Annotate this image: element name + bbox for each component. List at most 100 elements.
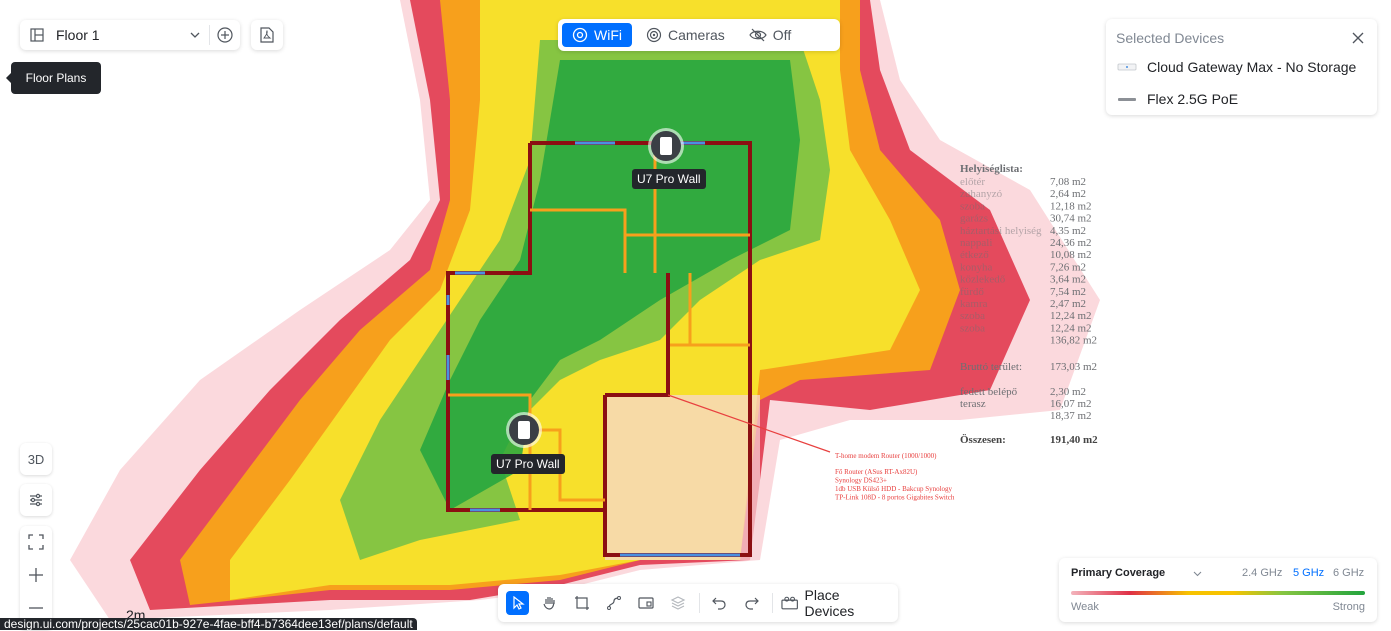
legend-row-name: szoba bbox=[960, 310, 985, 322]
gateway-icon bbox=[1117, 63, 1137, 71]
cursor-icon bbox=[512, 596, 525, 610]
legend-row-name: szoba bbox=[960, 200, 985, 212]
floor-plan-icon bbox=[30, 28, 44, 42]
export-pdf-button[interactable] bbox=[251, 20, 283, 50]
coverage-legend: Primary Coverage 2.4 GHz 5 GHz 6 GHz Wea… bbox=[1059, 558, 1377, 622]
crop-area-tool-button[interactable] bbox=[570, 591, 593, 615]
coverage-weak-label: Weak bbox=[1071, 601, 1099, 613]
redo-button[interactable] bbox=[740, 591, 763, 615]
legend-row-value: 7,54 m2 bbox=[1050, 286, 1086, 298]
legend-row-value: 10,08 m2 bbox=[1050, 249, 1092, 261]
legend-row-value: 2,64 m2 bbox=[1050, 188, 1086, 200]
floorplan-red-notes: T-home modem Router (1000/1000) Fő Router… bbox=[835, 452, 955, 502]
hand-icon bbox=[543, 597, 555, 610]
pdf-file-icon bbox=[260, 27, 274, 43]
redo-icon bbox=[745, 597, 759, 610]
legend-row-value: 2,47 m2 bbox=[1050, 298, 1086, 310]
legend-total-value: 191,40 m2 bbox=[1050, 434, 1098, 446]
legend-row-name: konyha bbox=[960, 261, 993, 273]
floorplan-note-line: T-home modem Router (1000/1000) bbox=[835, 452, 937, 460]
legend-row-name: garázs bbox=[960, 213, 988, 225]
selected-device-item[interactable]: Flex 2.5G PoE bbox=[1116, 91, 1238, 107]
legend-row-name: étkező bbox=[960, 249, 989, 261]
floor-name[interactable]: Floor 1 bbox=[56, 27, 189, 43]
wifi-target-icon bbox=[572, 27, 588, 43]
floor-selector: Floor 1 bbox=[20, 20, 240, 50]
bottom-toolbar: Place Devices bbox=[498, 584, 898, 622]
view-3d-button[interactable]: 3D bbox=[20, 443, 52, 475]
device-place-icon bbox=[638, 597, 654, 609]
undo-button[interactable] bbox=[708, 591, 731, 615]
selected-devices-title: Selected Devices bbox=[1116, 30, 1225, 46]
eye-off-icon bbox=[749, 28, 767, 42]
add-floor-button[interactable] bbox=[210, 20, 240, 50]
draw-wall-tool-button[interactable] bbox=[602, 591, 625, 615]
sliders-icon bbox=[30, 493, 42, 507]
legend-row-name: szoba bbox=[960, 322, 985, 334]
path-draw-icon bbox=[607, 596, 622, 610]
devices-tool-button[interactable] bbox=[635, 591, 658, 615]
legend-row-value: 7,26 m2 bbox=[1050, 261, 1086, 273]
legend-row-value: 4,35 m2 bbox=[1050, 225, 1086, 237]
legend-brutto-value: 173,03 m2 bbox=[1050, 361, 1097, 373]
device-name: Cloud Gateway Max - No Storage bbox=[1147, 59, 1357, 75]
legend-terasz-value: 16,07 m2 bbox=[1050, 398, 1092, 410]
chevron-down-icon[interactable] bbox=[189, 29, 201, 41]
legend-total-label: Összesen: bbox=[960, 433, 1006, 446]
legend-row-name: kamra bbox=[960, 298, 988, 310]
legend-row-value: 24,36 m2 bbox=[1050, 237, 1092, 249]
floor-plans-tooltip: Floor Plans bbox=[6, 62, 101, 94]
legend-row-value: 3,64 m2 bbox=[1050, 274, 1086, 286]
legend-row-value: 12,24 m2 bbox=[1050, 322, 1092, 334]
legend-row-value: 12,18 m2 bbox=[1050, 200, 1092, 212]
mode-off[interactable]: Off bbox=[739, 23, 801, 47]
legend-terasz-label: terasz bbox=[960, 398, 986, 410]
coverage-mode-switch: WiFi Cameras Off bbox=[558, 19, 840, 51]
mode-wifi-label: WiFi bbox=[594, 27, 622, 43]
selected-device-item[interactable]: Cloud Gateway Max - No Storage bbox=[1116, 59, 1356, 75]
zoom-in-button[interactable] bbox=[20, 559, 52, 591]
legend-row-name: előtér bbox=[960, 176, 985, 188]
add-circle-icon bbox=[217, 27, 233, 43]
divider bbox=[772, 593, 774, 613]
plus-icon bbox=[29, 568, 43, 582]
access-point-marker[interactable] bbox=[509, 415, 539, 445]
device-name: Flex 2.5G PoE bbox=[1147, 91, 1239, 107]
coverage-gradient-bar bbox=[1071, 591, 1365, 595]
access-point-marker[interactable] bbox=[651, 131, 681, 161]
mode-cameras[interactable]: Cameras bbox=[636, 23, 735, 47]
layers-tool-button[interactable] bbox=[667, 591, 690, 615]
legend-brutto-label: Bruttó terület: bbox=[960, 361, 1022, 373]
floorplan-note-line: 1db USB Külső HDD - Bakcup Synology bbox=[835, 485, 953, 493]
access-point-label: U7 Pro Wall bbox=[632, 169, 706, 189]
band-5ghz[interactable]: 5 GHz bbox=[1293, 567, 1324, 579]
close-icon[interactable] bbox=[1351, 31, 1365, 45]
coverage-title[interactable]: Primary Coverage bbox=[1071, 567, 1165, 579]
place-devices-button[interactable]: Place Devices bbox=[781, 587, 890, 619]
chevron-down-icon[interactable] bbox=[1193, 569, 1202, 578]
layers-icon bbox=[671, 596, 686, 610]
legend-row-name: háztartási helyiség bbox=[960, 225, 1042, 237]
select-tool-button[interactable] bbox=[506, 591, 530, 615]
place-devices-label: Place Devices bbox=[804, 587, 855, 619]
fit-screen-button[interactable] bbox=[20, 526, 52, 558]
legend-row-value: 30,74 m2 bbox=[1050, 213, 1092, 225]
legend-row-value: 7,08 m2 bbox=[1050, 176, 1086, 188]
coverage-strong-label: Strong bbox=[1332, 601, 1365, 613]
floorplan-note-line: Fő Router (ASus RT-Ax82U) bbox=[835, 468, 918, 476]
pan-tool-button[interactable] bbox=[538, 591, 561, 615]
mode-wifi[interactable]: WiFi bbox=[562, 23, 632, 47]
selected-devices-panel: Selected Devices Cloud Gateway Max - No … bbox=[1106, 19, 1377, 115]
legend-fedett-value: 2,30 m2 bbox=[1050, 386, 1086, 398]
crop-icon bbox=[574, 596, 589, 610]
floorplan-note-line: TP-Link 108D - 8 portos Gigabites Switch bbox=[835, 494, 955, 502]
minus-icon bbox=[29, 607, 43, 609]
place-devices-icon bbox=[781, 596, 799, 610]
band-6ghz[interactable]: 6 GHz bbox=[1333, 567, 1364, 579]
mode-off-label: Off bbox=[772, 27, 792, 43]
legend-row-name: közlekedő bbox=[960, 274, 1006, 286]
legend-row-value: 12,24 m2 bbox=[1050, 310, 1092, 322]
band-2-4ghz[interactable]: 2.4 GHz bbox=[1242, 567, 1282, 579]
undo-icon bbox=[712, 597, 727, 610]
settings-sliders-button[interactable] bbox=[20, 484, 52, 516]
